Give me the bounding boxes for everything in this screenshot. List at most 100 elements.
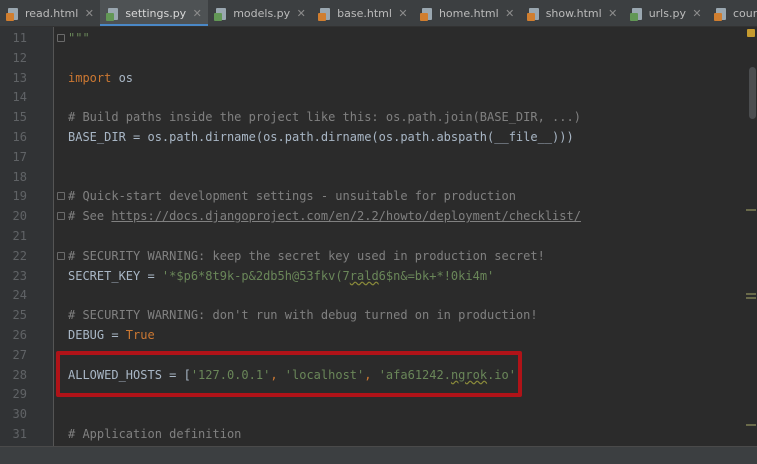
html-file-icon [6,7,20,21]
code-token: # Application definition [68,427,242,441]
warning-stripe[interactable] [746,293,756,295]
code-editor[interactable]: 11 """ 12 13 import os 14 15 # Build paths insi… [0,27,757,446]
code-line[interactable]: 24 [0,285,745,305]
tab-label: show.html [545,7,602,20]
line-number: 28 [12,367,27,382]
tab-label: home.html [438,7,499,20]
code-token: rald [349,268,379,283]
code-token: """ [68,31,90,45]
code-text: BASE_DIR = os.path.dirname(os.path.dirna… [68,127,574,147]
code-line[interactable]: 14 [0,87,745,107]
tab-label: base.html [337,7,392,20]
html-file-icon [713,7,728,21]
code-line[interactable]: 19 # Quick-start development settings - u… [0,186,745,206]
tab-models-py[interactable]: models.py ✕ [208,0,312,26]
code-line[interactable]: 11 """ [0,28,745,48]
inspection-status-icon[interactable] [747,29,755,37]
code-line[interactable]: 31 # Application definition [0,424,745,444]
code-line[interactable]: 20 # See https://docs.djangoproject.com/e… [0,206,745,226]
tab-settings-py[interactable]: settings.py ✕ [100,0,209,26]
code-text: SECRET_KEY = '*$p6*8t9k-p&2db5h@53fkv(7r… [68,266,494,286]
line-number: 26 [12,328,27,342]
code-text: import os [68,68,133,88]
code-token: 6$n&=bk+*!0ki4m' [378,268,495,283]
close-icon[interactable]: ✕ [192,7,202,20]
close-icon[interactable]: ✕ [398,7,408,20]
bottom-panel [0,446,757,464]
allowed-hosts-highlight-box [56,351,522,397]
line-number: 11 [12,31,27,45]
code-line[interactable]: 17 [0,147,745,167]
code-line[interactable]: 22 # SECURITY WARNING: keep the secret ke… [0,246,745,266]
python-file-icon [214,7,228,21]
code-token: '*$p6*8t9k-p&2db5h@53fkv(7 [161,268,350,283]
tab-read-html[interactable]: read.html ✕ [0,0,100,26]
code-line[interactable]: 18 [0,167,745,187]
code-token: BASE_DIR = os.path.dirname(os.path.dirna… [68,130,574,144]
line-number: 25 [12,308,27,323]
line-number: 20 [12,209,27,224]
line-number: 24 [12,288,27,303]
code-line[interactable]: 23 SECRET_KEY = '*$p6*8t9k-p&2db5h@53fkv(… [0,266,745,286]
warning-stripe[interactable] [746,424,756,426]
code-token: https://docs.djangoproject.com/en/2.2/ho… [111,209,581,224]
close-icon[interactable]: ✕ [505,7,515,20]
code-line[interactable]: 30 [0,404,745,424]
fold-marker-icon[interactable] [57,192,65,201]
line-number: 22 [12,248,27,263]
tab-label: read.html [25,7,79,20]
code-token: True [125,328,155,342]
fold-marker-icon[interactable] [57,251,65,260]
editor-scrollbar[interactable] [745,27,757,446]
code-line[interactable]: 16 BASE_DIR = os.path.dirname(os.path.dir… [0,127,745,147]
tab-label: settings.py [125,7,187,20]
python-file-icon [629,7,644,21]
fold-marker-icon[interactable] [57,212,65,221]
tab-base-html[interactable]: base.html ✕ [312,0,414,26]
code-text: """ [68,28,90,48]
code-line[interactable]: 21 [0,226,745,246]
tab-coursedetail-html[interactable]: coursedetail.html✕ [708,0,757,26]
html-file-icon [526,7,541,21]
code-token: SECRET_KEY = [68,268,162,283]
code-token: # See [68,209,112,224]
tab-label: urls.py [648,7,686,20]
code-token: # Build paths inside the project like th… [68,110,581,125]
close-icon[interactable]: ✕ [692,7,702,20]
code-line[interactable]: 13 import os [0,68,745,88]
close-icon[interactable]: ✕ [84,7,94,20]
tab-show-html[interactable]: show.html ✕ [521,0,624,26]
line-number: 17 [12,149,27,164]
code-line[interactable]: 15 # Build paths inside the project like … [0,107,745,127]
code-line[interactable]: 26 DEBUG = True [0,325,745,345]
line-number: 18 [12,169,27,184]
line-number: 30 [12,407,27,422]
line-number: 27 [12,347,27,362]
line-number: 23 [12,268,27,283]
code-token: # Quick-start development settings - uns… [68,189,516,204]
fold-marker-icon[interactable] [57,34,65,42]
warning-stripe[interactable] [746,297,756,299]
close-icon[interactable]: ✕ [296,7,306,20]
code-token: import [68,70,112,85]
code-line[interactable]: 25 # SECURITY WARNING: don't run with deb… [0,305,745,325]
line-number: 16 [12,130,27,144]
tab-urls-py[interactable]: urls.py ✕ [624,0,708,26]
close-icon[interactable]: ✕ [608,7,618,20]
code-text: DEBUG = True [68,325,155,345]
tab-label: models.py [233,7,291,20]
line-number: 12 [12,50,27,65]
scrollbar-thumb[interactable] [749,67,756,119]
warning-stripe[interactable] [746,209,756,211]
line-number: 29 [12,387,27,402]
line-number: 19 [12,189,27,204]
html-file-icon [419,7,434,21]
code-token: # SECURITY WARNING: don't run with debug… [68,308,538,323]
tab-home-html[interactable]: home.html ✕ [414,0,521,26]
line-number: 13 [12,70,27,85]
line-number: 31 [12,427,27,441]
code-token: os [111,70,134,85]
code-text: # SECURITY WARNING: keep the secret key … [68,246,545,266]
code-token: DEBUG = [68,328,126,342]
code-line[interactable]: 12 [0,48,745,68]
